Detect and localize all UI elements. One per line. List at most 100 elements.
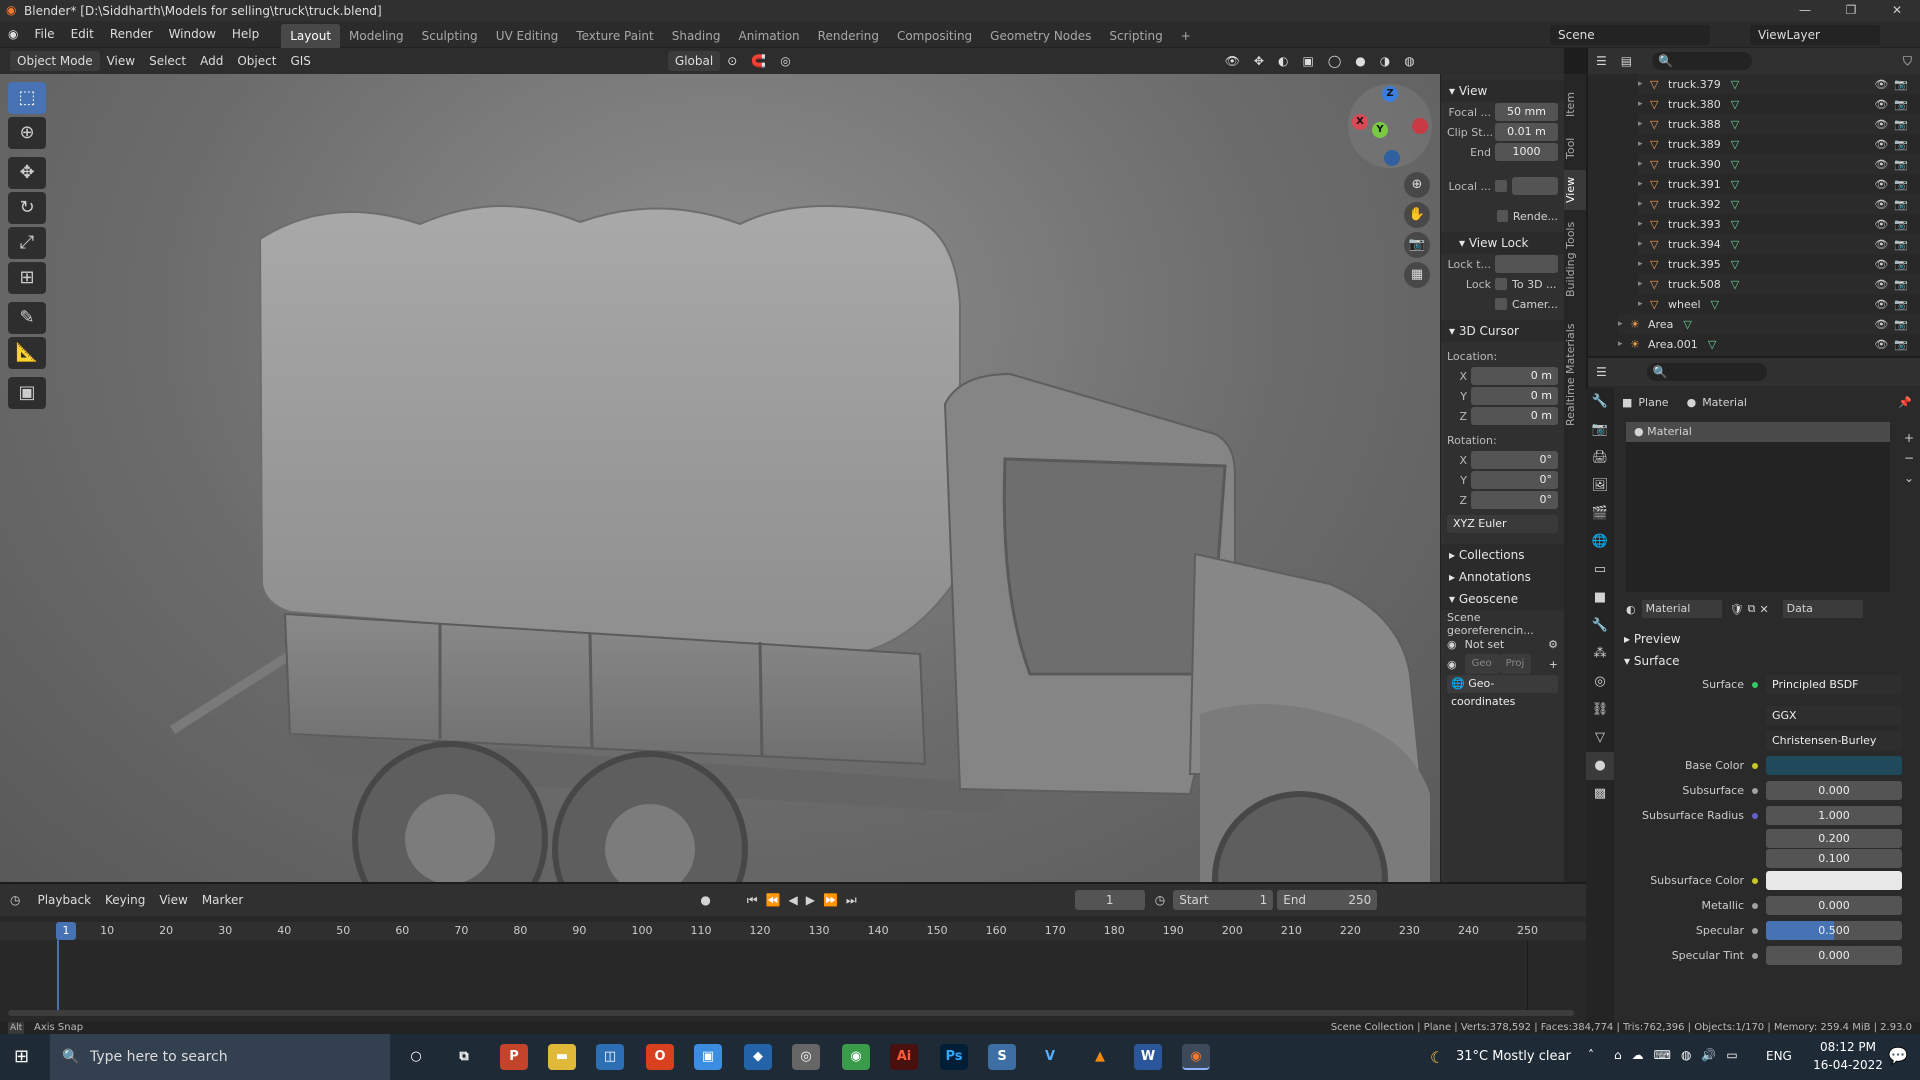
expand-arrow-icon[interactable]: ▸: [1638, 139, 1650, 149]
surface-shader-select[interactable]: Principled BSDF: [1766, 675, 1902, 694]
transform-orientation[interactable]: Global: [667, 51, 721, 71]
tab-view[interactable]: View: [1564, 170, 1586, 210]
close-icon[interactable]: ✕: [1874, 0, 1920, 21]
record-icon[interactable]: ●: [700, 893, 710, 907]
output-tab-icon[interactable]: 🖨: [1586, 444, 1614, 472]
visibility-camera-icon[interactable]: 👁📷: [1874, 98, 1914, 111]
surface-panel-header[interactable]: ▾ Surface: [1616, 650, 1920, 672]
tab-building-tools[interactable]: Building Tools: [1564, 214, 1586, 304]
pan-hand-icon[interactable]: ✋: [1404, 202, 1430, 228]
perspective-grid-icon[interactable]: ▦: [1404, 262, 1430, 288]
visibility-camera-icon[interactable]: 👁📷: [1874, 338, 1914, 351]
material-shading-icon[interactable]: ◑: [1373, 49, 1397, 73]
clock-date[interactable]: 16-04-2022: [1808, 1058, 1888, 1072]
expand-arrow-icon[interactable]: ▸: [1638, 79, 1650, 89]
subsurface-radius-x-field[interactable]: 1.000: [1766, 806, 1902, 825]
frame-ruler[interactable]: 1 10 20 30 40 50 60 70 80 90 100 110 120 130 140 150 16…: [0, 922, 1586, 940]
start-frame-field[interactable]: Start 1: [1173, 890, 1274, 910]
pin-icon[interactable]: 📌: [1898, 396, 1912, 409]
outliner-item[interactable]: ▸ ▽ truck.391 ▽ 👁📷: [1638, 174, 1920, 194]
visibility-camera-icon[interactable]: 👁📷: [1874, 318, 1914, 331]
outliner-item[interactable]: ▸ ▽ truck.393 ▽ 👁📷: [1638, 214, 1920, 234]
subsurface-radius-y-field[interactable]: 0.200: [1766, 828, 1902, 848]
tool-tab-icon[interactable]: 🔧: [1586, 388, 1614, 416]
visibility-camera-icon[interactable]: 👁📷: [1874, 278, 1914, 291]
expand-arrow-icon[interactable]: ▸: [1618, 319, 1630, 329]
visibility-camera-icon[interactable]: 👁📷: [1874, 238, 1914, 251]
subsurface-field[interactable]: 0.000: [1766, 781, 1902, 800]
menu-add[interactable]: Add: [193, 49, 230, 73]
render-tab-icon[interactable]: 📷: [1586, 416, 1614, 444]
focal-length-field[interactable]: 50 mm: [1495, 103, 1558, 121]
transform-icon[interactable]: ⊞: [8, 262, 46, 294]
settings-gear-icon[interactable]: ⚙: [1548, 638, 1558, 651]
tab-sculpting[interactable]: Sculpting: [413, 24, 487, 48]
z-axis-icon[interactable]: Z: [1382, 86, 1398, 102]
tab-compositing[interactable]: Compositing: [888, 24, 981, 48]
menu-marker[interactable]: Marker: [195, 888, 250, 912]
geo-button[interactable]: Geo: [1464, 654, 1499, 674]
cursor-rot-x-field[interactable]: 0°: [1471, 451, 1558, 469]
preview-range-icon[interactable]: ◷: [1155, 893, 1165, 907]
end-frame-field[interactable]: End 250: [1277, 890, 1378, 910]
link-data-select[interactable]: Data: [1782, 600, 1863, 618]
zoom-icon[interactable]: ⊕: [1404, 172, 1430, 198]
expand-arrow-icon[interactable]: ▸: [1618, 339, 1630, 349]
outliner-item[interactable]: ▸ ▽ truck.392 ▽ 👁📷: [1638, 194, 1920, 214]
notification-icon[interactable]: 💬: [1888, 1046, 1908, 1065]
modifier-tab-icon[interactable]: 🔧: [1586, 612, 1614, 640]
filter-icon[interactable]: ⛉: [1903, 54, 1912, 69]
tab-modeling[interactable]: Modeling: [340, 24, 413, 48]
tab-item[interactable]: Item: [1564, 84, 1586, 124]
cursor-rot-z-field[interactable]: 0°: [1471, 491, 1558, 509]
expand-arrow-icon[interactable]: ▸: [1638, 99, 1650, 109]
current-frame-field[interactable]: 1: [1074, 890, 1145, 910]
blender-taskbar-icon[interactable]: ◉: [1182, 1044, 1210, 1070]
visibility-camera-icon[interactable]: 👁📷: [1874, 178, 1914, 191]
tray-chevron-icon[interactable]: ˄: [1588, 1048, 1594, 1062]
scene-tab-icon[interactable]: 🎬: [1586, 500, 1614, 528]
rotate-icon[interactable]: ↻: [8, 192, 46, 224]
photoshop-icon[interactable]: Ps: [940, 1044, 968, 1070]
particles-tab-icon[interactable]: ⁂: [1586, 640, 1614, 668]
remove-slot-icon[interactable]: −: [1904, 448, 1914, 468]
duplicate-material-icon[interactable]: ⧉: [1748, 602, 1756, 616]
outliner-item[interactable]: ▸ ☀ Area.001 ▽ 👁📷: [1618, 334, 1920, 354]
tab-shading[interactable]: Shading: [663, 24, 730, 48]
neg-x-axis-icon[interactable]: [1412, 118, 1428, 134]
clock-time[interactable]: 08:12 PM: [1808, 1040, 1888, 1054]
properties-editor-icon[interactable]: ☰: [1596, 365, 1607, 379]
material-tab-icon[interactable]: ●: [1586, 752, 1614, 780]
visibility-camera-icon[interactable]: 👁📷: [1874, 218, 1914, 231]
tab-rendering[interactable]: Rendering: [809, 24, 888, 48]
collection-tab-icon[interactable]: ▭: [1586, 556, 1614, 584]
add-workspace-icon[interactable]: +: [1172, 24, 1200, 48]
playhead[interactable]: 1: [56, 922, 76, 940]
snap-icon[interactable]: 🧲: [744, 49, 773, 73]
constraints-tab-icon[interactable]: ⛓: [1586, 696, 1614, 724]
subsurface-method-select[interactable]: Christensen-Burley: [1766, 731, 1902, 750]
taskbar-search-input[interactable]: 🔍 Type here to search: [50, 1034, 390, 1080]
visibility-icon[interactable]: 👁: [1218, 49, 1247, 73]
distribution-select[interactable]: GGX: [1766, 706, 1902, 725]
render-region-checkbox[interactable]: [1497, 210, 1508, 222]
add-slot-icon[interactable]: +: [1904, 428, 1914, 448]
texture-tab-icon[interactable]: ▩: [1586, 780, 1614, 808]
specular-slider[interactable]: 0.500: [1766, 921, 1902, 940]
visibility-camera-icon[interactable]: 👁📷: [1874, 298, 1914, 311]
visibility-camera-icon[interactable]: 👁📷: [1874, 258, 1914, 271]
local-camera-checkbox[interactable]: [1495, 180, 1507, 192]
menu-file[interactable]: File: [26, 21, 62, 48]
gizmo-toggle-icon[interactable]: ✥: [1247, 49, 1271, 73]
restore-icon[interactable]: ❐: [1828, 0, 1874, 21]
visibility-camera-icon[interactable]: 👁📷: [1874, 158, 1914, 171]
outliner-item[interactable]: ▸ ▽ truck.508 ▽ 👁📷: [1638, 274, 1920, 294]
move-icon[interactable]: ✥: [8, 157, 46, 189]
metallic-field[interactable]: 0.000: [1766, 896, 1902, 915]
select-box-icon[interactable]: ⬚: [8, 82, 46, 114]
scale-icon[interactable]: ⤢: [8, 227, 46, 259]
tab-realtime-materials[interactable]: Realtime Materials: [1564, 310, 1586, 440]
proj-button[interactable]: Proj: [1498, 654, 1532, 674]
cursor-y-field[interactable]: 0 m: [1471, 387, 1558, 405]
world-tab-icon[interactable]: 🌐: [1586, 528, 1614, 556]
